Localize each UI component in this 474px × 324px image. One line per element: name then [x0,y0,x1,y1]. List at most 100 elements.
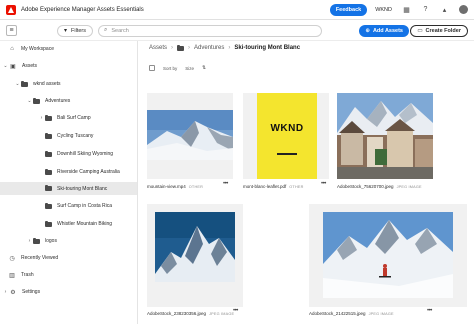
sort-bar: Sort by Size ⇅ [149,65,206,71]
asset-thumbnail[interactable] [309,204,467,307]
select-all-checkbox[interactable] [149,65,155,71]
asset-caption: mont-blanc-leaflet.pdf OTHER [243,184,304,189]
create-folder-button[interactable]: ▭ Create Folder [410,25,468,37]
breadcrumb-current: Ski-touring Mont Blanc [234,45,301,51]
asset-thumbnail[interactable] [147,93,233,179]
asset-card[interactable]: AdobeStock_238230356.jpeg JPEG IMAGE ••• [147,204,247,324]
more-actions-button[interactable]: ••• [427,308,432,314]
sidebar-item-label: Ski-touring Mont Blanc [57,185,108,192]
sidebar-item-ski-touring-mont-blanc[interactable]: Ski-touring Mont Blanc [0,182,137,195]
filters-button[interactable]: ▾ Filters [57,24,93,37]
sidebar-item-cycling-tuscany[interactable]: Cycling Tuscany [45,130,93,142]
sidebar-item-label: Downhill Skiing Wyoming [57,151,114,157]
sidebar-item-label: Cycling Tuscany [57,133,94,139]
app-title: Adobe Experience Manager Assets Essentia… [21,6,144,13]
asset-name: AdobeStock_21422515.jpeg [309,311,366,316]
sidebar-item-label: Trash [21,272,34,278]
chevron-right-icon[interactable]: › [26,238,33,244]
folder-icon[interactable] [177,44,185,51]
mountain-video-thumbnail [147,93,233,179]
help-icon[interactable]: ? [421,6,430,13]
asset-card[interactable]: AdobeStock_21422515.jpeg JPEG IMAGE ••• [309,204,469,324]
sidebar-item-label: My Workspace [21,46,54,52]
search-icon: ⌕ [104,27,108,33]
chevron-right-icon: › [188,45,191,51]
chevron-right-icon: › [228,45,231,51]
leaflet-logo-text: WKND [270,123,304,134]
chevron-down-icon[interactable]: ⌄ [14,81,21,87]
sidebar-item-settings[interactable]: › ⚙ Settings [2,286,40,298]
sidebar: ⌂ My Workspace ⌄ ▣ Assets ⌄ wknd assets … [0,41,138,324]
sidebar-item-label: Bali Surf Camp [57,115,91,121]
sidebar-item-my-workspace[interactable]: ⌂ My Workspace [8,43,54,55]
filters-label: Filters [71,27,86,34]
chevron-down-icon[interactable]: ⌄ [26,98,33,104]
chevron-down-icon[interactable]: ⌄ [2,63,9,69]
asset-thumbnail[interactable] [147,204,243,307]
clock-icon: ◷ [9,255,15,262]
sidebar-item-logos[interactable]: › logos [26,235,57,247]
sidebar-item-label: logos [45,238,57,244]
folder-icon [45,150,52,157]
folder-icon [45,185,52,191]
search-box[interactable]: ⌕ [98,24,322,37]
top-bar: Adobe Experience Manager Assets Essentia… [0,0,474,20]
more-actions-button[interactable]: ••• [321,181,326,187]
asset-card[interactable]: AdobeStock_75620700.jpeg JPEG IMAGE [337,93,437,193]
create-folder-label: Create Folder [425,28,461,34]
folder-icon [21,80,28,87]
sidebar-item-adventures[interactable]: ⌄ Adventures [26,95,70,107]
asset-name: mountain-view.mp4 [147,184,186,189]
asset-caption: AdobeStock_238230356.jpeg JPEG IMAGE [147,311,234,316]
sidebar-item-trash[interactable]: ▥ Trash [8,269,34,281]
trash-icon: ▥ [9,272,15,279]
folder-icon [45,168,52,175]
sidebar-item-riverside-camping-australia[interactable]: Riverside Camping Australia [45,166,120,178]
sort-order-icon[interactable]: ⇅ [202,65,206,71]
asset-caption: mountain-view.mp4 OTHER [147,184,203,189]
add-assets-label: Add Assets [372,28,403,34]
sidebar-item-wknd-assets[interactable]: ⌄ wknd assets [14,78,61,90]
grid-icon[interactable]: ▦ [402,6,411,14]
home-icon: ⌂ [10,46,14,52]
sidebar-item-downhill-skiing-wyoming[interactable]: Downhill Skiing Wyoming [45,148,113,160]
sidebar-item-label: Surf Camp in Costa Rica [57,203,113,209]
sidebar-item-assets[interactable]: ⌄ ▣ Assets [2,60,37,72]
sort-select[interactable]: Size [185,66,194,71]
more-actions-button[interactable]: ••• [233,308,238,314]
asset-type: JPEG IMAGE [396,184,422,189]
asset-thumbnail[interactable]: WKND [243,93,329,179]
bell-icon[interactable]: ▴ [440,6,449,14]
sidebar-item-whistler-mountain-biking[interactable]: Whistler Mountain Biking [45,218,112,230]
avatar[interactable] [459,5,468,14]
folder-icon [45,220,52,227]
breadcrumb-assets[interactable]: Assets [149,45,167,51]
sidebar-item-label: Whistler Mountain Biking [57,221,113,227]
asset-name: AdobeStock_75620700.jpeg [337,184,394,189]
chevron-right-icon[interactable]: › [2,289,9,295]
asset-thumbnail[interactable] [337,93,433,179]
breadcrumb-adventures[interactable]: Adventures [194,45,224,51]
sidebar-item-bali-surf-camp[interactable]: › Bali Surf Camp [38,112,91,124]
assets-icon: ▣ [10,63,16,70]
sidebar-toggle-button[interactable]: ≡ [6,25,17,36]
sidebar-item-recently-viewed[interactable]: ◷ Recently Viewed [8,252,58,264]
folder-icon [45,202,52,209]
feedback-button[interactable]: Feedback [329,3,368,16]
sidebar-item-label: Settings [22,289,41,295]
asset-card[interactable]: mountain-view.mp4 OTHER ••• [147,93,235,193]
asset-card[interactable]: WKND mont-blanc-leaflet.pdf OTHER ••• [243,93,333,193]
leaflet-thumbnail [243,93,329,179]
add-icon: ⊕ [365,28,370,34]
peaks-photo-thumbnail [147,204,243,307]
add-assets-button[interactable]: ⊕ Add Assets [359,25,409,37]
search-input[interactable] [111,27,312,34]
more-actions-button[interactable]: ••• [223,181,228,187]
breadcrumb: Assets › › Adventures › Ski-touring Mont… [149,44,301,51]
skier-photo-thumbnail [309,204,467,307]
sidebar-item-label: wknd assets [33,81,61,87]
org-switcher[interactable]: WKND [375,7,392,13]
sidebar-item-surf-camp-costa-rica[interactable]: Surf Camp in Costa Rica [45,200,112,212]
chevron-right-icon[interactable]: › [38,115,45,121]
folder-icon [45,114,52,121]
